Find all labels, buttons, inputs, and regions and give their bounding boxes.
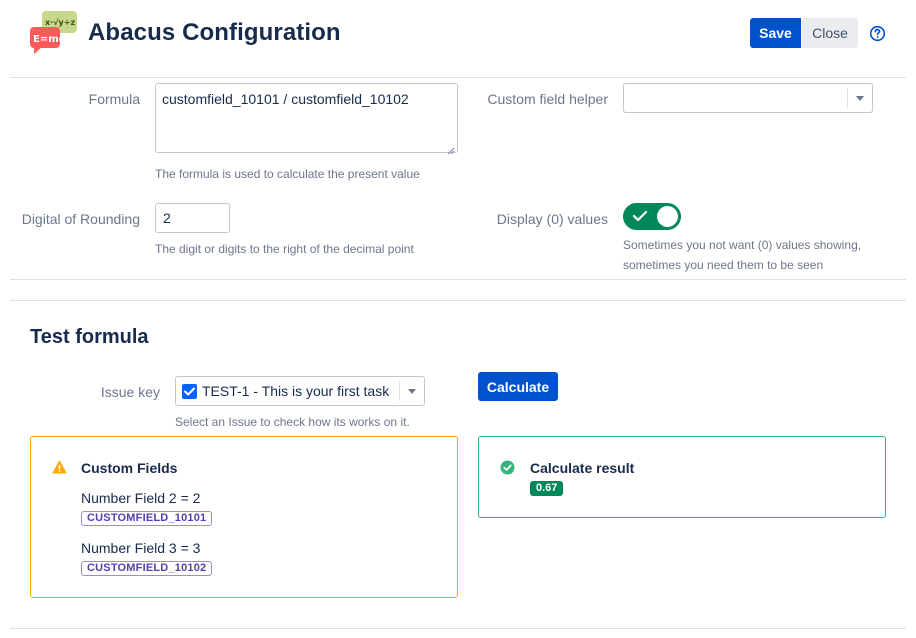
display-zero-hint-1: Sometimes you not want (0) values showin… — [623, 238, 862, 252]
select-divider — [847, 88, 848, 108]
check-circle-icon — [500, 460, 515, 475]
issue-key-select[interactable]: TEST-1 - This is your first task — [175, 376, 425, 406]
display-zero-toggle[interactable] — [623, 203, 681, 230]
page-title: Abacus Configuration — [88, 19, 341, 46]
check-icon — [632, 209, 648, 223]
formula-label: Formula — [88, 91, 140, 107]
custom-fields-title: Custom Fields — [81, 460, 178, 476]
issue-value: TEST-1 - This is your first task — [202, 383, 390, 399]
task-checkbox-icon — [182, 384, 197, 399]
issue-key-label: Issue key — [100, 384, 160, 400]
result-value-badge: 0.67 — [530, 481, 564, 496]
formula-textarea[interactable]: customfield_10101 / customfield_10102 — [155, 83, 458, 155]
issue-hint: Select an Issue to check how its works o… — [175, 415, 410, 429]
rounding-hint: The digit or digits to the right of the … — [155, 242, 414, 256]
calculate-result-title: Calculate result — [530, 460, 635, 476]
chevron-down-icon[interactable] — [408, 389, 416, 394]
question-circle-icon[interactable] — [869, 25, 886, 42]
svg-text:E=mc²: E=mc² — [33, 34, 69, 45]
display-zero-label: Display (0) values — [496, 211, 608, 227]
field-item: Number Field 3 = 3 — [81, 540, 201, 556]
field-item: Number Field 2 = 2 — [81, 490, 201, 506]
field-key-badge: CUSTOMFIELD_10102 — [81, 561, 213, 576]
rounding-input[interactable]: 2 — [155, 203, 230, 233]
rounding-label: Digital of Rounding — [21, 211, 140, 227]
svg-text:x·√y÷z: x·√y÷z — [45, 18, 75, 27]
field-key-badge: CUSTOMFIELD_10101 — [81, 511, 213, 526]
calculate-result-panel: Calculate result 0.67 — [478, 436, 886, 518]
section-title: Test formula — [30, 326, 149, 348]
divider — [10, 628, 906, 629]
custom-fields-panel: Custom Fields Number Field 2 = 2 CUSTOMF… — [30, 436, 458, 598]
formula-value: customfield_10101 / customfield_10102 — [162, 91, 409, 107]
chevron-down-icon[interactable] — [856, 96, 864, 101]
divider — [10, 279, 906, 280]
select-divider — [399, 381, 400, 401]
calculate-button[interactable]: Calculate — [478, 372, 558, 401]
divider — [10, 300, 906, 301]
divider — [10, 77, 906, 78]
toggle-knob — [657, 206, 678, 227]
close-button[interactable]: Close — [802, 18, 858, 48]
app-logo: x·√y÷z E=mc² — [28, 10, 80, 56]
warning-icon — [52, 460, 67, 474]
display-zero-hint-2: sometimes you need them to be seen — [623, 258, 824, 272]
resize-grip-icon[interactable] — [447, 142, 455, 155]
formula-hint: The formula is used to calculate the pre… — [155, 167, 420, 181]
helper-label: Custom field helper — [487, 91, 608, 107]
save-button[interactable]: Save — [750, 18, 801, 48]
custom-field-helper-select[interactable] — [623, 83, 873, 113]
